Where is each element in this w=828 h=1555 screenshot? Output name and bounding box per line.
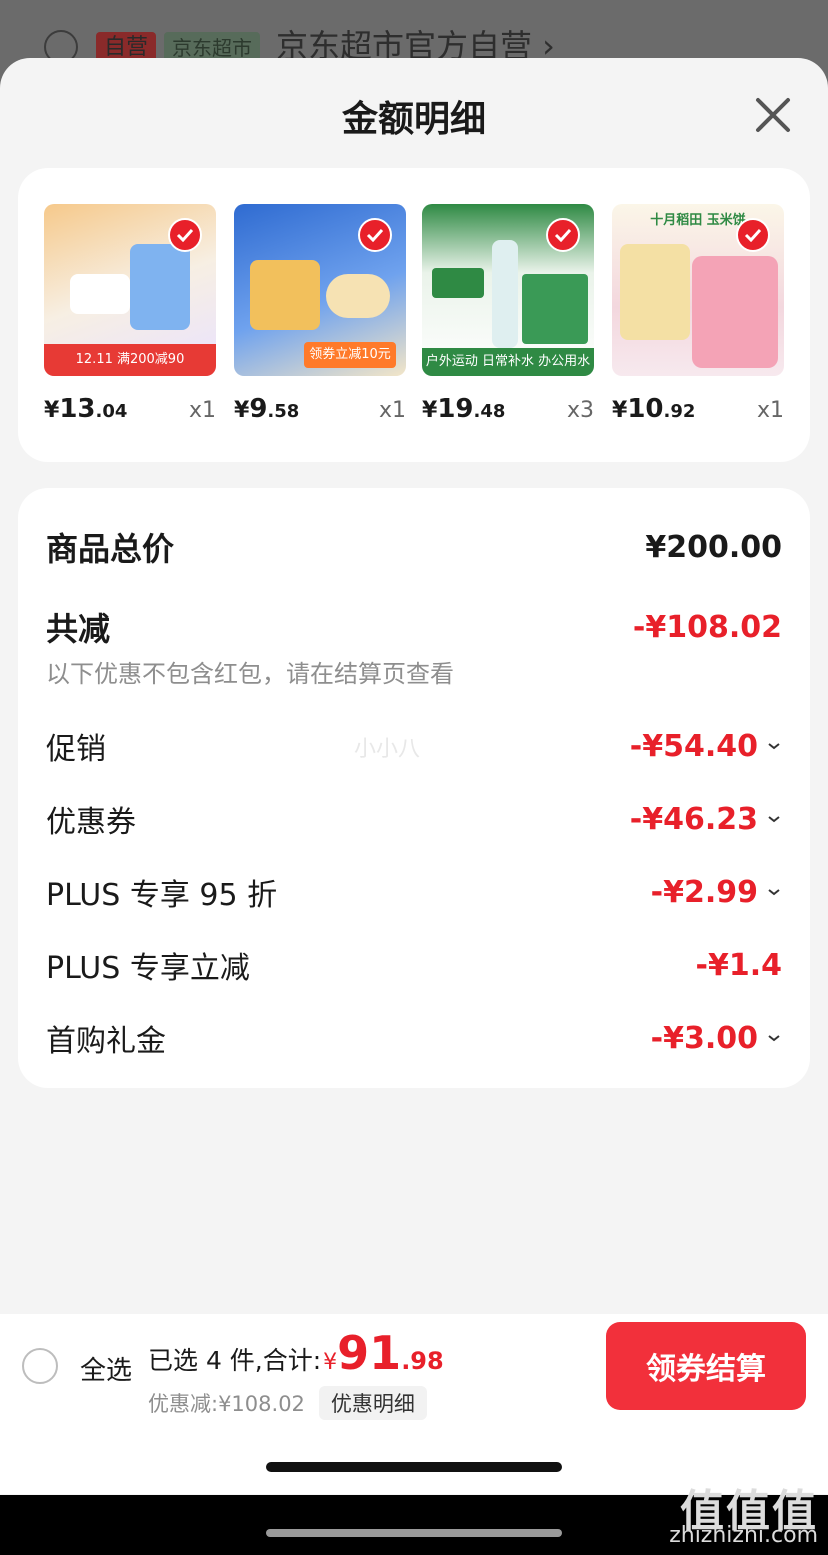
discount-label: 首购礼金 bbox=[46, 1024, 166, 1059]
product-list-card: 12.11 满200减90 ¥13.04 x1 领券立减10元 ¥9.58 x1… bbox=[18, 168, 810, 462]
product-qty: x1 bbox=[378, 398, 406, 423]
discount-row-plus-95[interactable]: PLUS 专享 95 折 -¥2.99 bbox=[46, 870, 782, 914]
sheet-title: 金额明细 bbox=[341, 99, 486, 140]
discount-value: -¥46.23 bbox=[630, 802, 782, 837]
discount-value: -¥2.99 bbox=[651, 875, 782, 910]
product-item[interactable]: 户外运动 日常补水 办公用水 ¥19.48 x3 bbox=[422, 204, 594, 424]
watermark-url: zhizhizhi.com bbox=[669, 1523, 818, 1548]
discount-summary: 优惠减:¥108.02 优惠明细 bbox=[148, 1386, 427, 1420]
close-icon[interactable] bbox=[750, 92, 796, 138]
selected-check-icon[interactable] bbox=[546, 218, 580, 252]
discount-value: -¥1.4 bbox=[695, 947, 782, 983]
amount-detail-sheet: 金额明细 12.11 满200减90 ¥13.04 x1 领券立减10元 ¥9.… bbox=[0, 58, 828, 1495]
selected-summary: 已选 4 件,合计: ¥ 91 .98 bbox=[148, 1326, 444, 1380]
select-all-label[interactable]: 全选 bbox=[80, 1350, 132, 1387]
discount-row-first-purchase[interactable]: 首购礼金 -¥3.00 bbox=[46, 1016, 782, 1060]
total-price-label: 商品总价 bbox=[46, 530, 175, 568]
discount-row-plus-reduce: PLUS 专享立减 -¥1.4 bbox=[46, 943, 782, 987]
discount-label: PLUS 专享 95 折 bbox=[46, 878, 278, 913]
product-item[interactable]: 领券立减10元 ¥9.58 x1 bbox=[234, 204, 406, 424]
discount-value: -¥54.40 bbox=[630, 729, 782, 764]
price-summary-card: 商品总价 ¥200.00 共减 -¥108.02 以下优惠不包含红包，请在结算页… bbox=[18, 488, 810, 1088]
product-banner: 12.11 满200减90 bbox=[44, 344, 216, 376]
chevron-down-icon[interactable] bbox=[766, 738, 782, 754]
checkout-bar: 全选 已选 4 件,合计: ¥ 91 .98 优惠减:¥108.02 优惠明细 … bbox=[0, 1314, 828, 1494]
selected-check-icon[interactable] bbox=[358, 218, 392, 252]
checkout-button[interactable]: 领券结算 bbox=[606, 1322, 806, 1410]
discount-label: 优惠券 bbox=[46, 805, 136, 840]
system-navigation-bar: 值值值 zhizhizhi.com bbox=[0, 1486, 828, 1555]
chevron-down-icon[interactable] bbox=[766, 811, 782, 827]
product-image[interactable]: 户外运动 日常补水 办公用水 bbox=[422, 204, 594, 376]
product-price: ¥19.48 bbox=[422, 394, 506, 424]
selected-check-icon[interactable] bbox=[736, 218, 770, 252]
product-item[interactable]: 12.11 满200减90 ¥13.04 x1 bbox=[44, 204, 216, 424]
product-price: ¥13.04 bbox=[44, 394, 128, 424]
chevron-down-icon[interactable] bbox=[766, 1030, 782, 1046]
total-price-row: 商品总价 ¥200.00 bbox=[46, 524, 782, 570]
selected-check-icon[interactable] bbox=[168, 218, 202, 252]
system-home-indicator[interactable] bbox=[266, 1529, 562, 1537]
chevron-down-icon[interactable] bbox=[766, 884, 782, 900]
total-price-value: ¥200.00 bbox=[645, 529, 782, 565]
product-banner: 领券立减10元 bbox=[304, 342, 396, 368]
total-reduce-value: -¥108.02 bbox=[632, 609, 782, 645]
product-item[interactable]: 十月稻田 玉米饼 ¥10.92 x1 bbox=[612, 204, 784, 424]
center-watermark: 小小八 bbox=[354, 737, 421, 762]
discount-total-text: 优惠减:¥108.02 bbox=[148, 1392, 305, 1416]
product-qty: x1 bbox=[756, 398, 784, 423]
product-qty: x1 bbox=[188, 398, 216, 423]
product-price: ¥9.58 bbox=[234, 394, 300, 424]
discount-label: PLUS 专享立减 bbox=[46, 951, 250, 986]
discount-detail-button[interactable]: 优惠明细 bbox=[318, 1386, 427, 1420]
home-indicator bbox=[266, 1462, 562, 1472]
total-reduce-row: 共减 -¥108.02 bbox=[46, 604, 782, 650]
discount-label: 促销 bbox=[46, 732, 106, 767]
product-image[interactable]: 十月稻田 玉米饼 bbox=[612, 204, 784, 376]
total-reduce-label: 共减 bbox=[46, 610, 111, 648]
select-all-radio[interactable] bbox=[22, 1348, 58, 1384]
discount-note: 以下优惠不包含红包，请在结算页查看 bbox=[46, 660, 454, 688]
product-price: ¥10.92 bbox=[612, 394, 696, 424]
product-banner: 户外运动 日常补水 办公用水 bbox=[422, 348, 594, 376]
product-image[interactable]: 领券立减10元 bbox=[234, 204, 406, 376]
discount-row-coupon[interactable]: 优惠券 -¥46.23 bbox=[46, 797, 782, 841]
discount-value: -¥3.00 bbox=[651, 1021, 782, 1056]
product-qty: x3 bbox=[566, 398, 594, 423]
product-image[interactable]: 12.11 满200减90 bbox=[44, 204, 216, 376]
